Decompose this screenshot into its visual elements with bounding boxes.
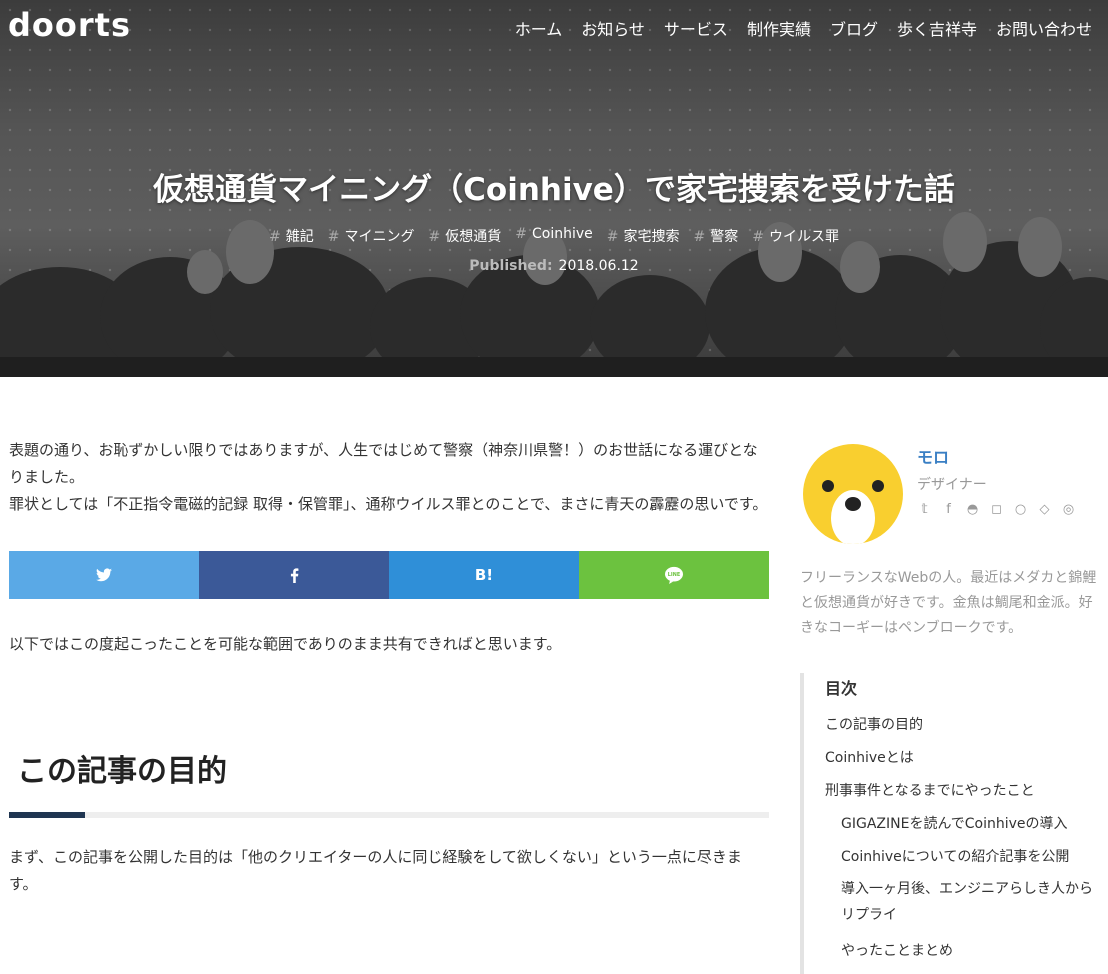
profile-role: デザイナー bbox=[917, 477, 987, 493]
toc-item[interactable]: 刑事事件となるまでにやったこと bbox=[825, 781, 1100, 801]
share-buttons: B! LINE bbox=[9, 551, 769, 599]
facebook-icon bbox=[290, 567, 298, 583]
nav-item-news[interactable]: お知らせ bbox=[581, 16, 645, 40]
site-logo[interactable]: doorts bbox=[8, 6, 131, 44]
hero-header: doorts ホーム お知らせ サービス 制作実績 ブログ 歩く吉祥寺 お問い合… bbox=[0, 0, 1108, 377]
instagram-icon[interactable]: ◻ bbox=[989, 502, 1004, 517]
body-paragraph: 以下ではこの度起こったことを可能な範囲でありのまま共有できればと思います。 bbox=[9, 635, 562, 653]
tag-item[interactable]: # Coinhive bbox=[515, 226, 593, 246]
line-icon: LINE bbox=[665, 566, 683, 584]
profile-bio: フリーランスなWebの人。最近はメダカと錦鯉と仮想通貨が好きです。金魚は鯛尾和金… bbox=[800, 570, 1097, 636]
toc-item[interactable]: Coinhiveとは bbox=[825, 748, 1100, 768]
article-title: 仮想通貨マイニング（Coinhive）で家宅捜索を受けた話 bbox=[153, 172, 955, 208]
facebook-icon[interactable]: f bbox=[941, 502, 956, 517]
profile-name[interactable]: モロ bbox=[917, 444, 1076, 468]
twitter-icon[interactable]: 𝕥 bbox=[917, 502, 932, 517]
intro-paragraph-1: 表題の通り、お恥ずかしい限りではありますが、人生ではじめて警察（神奈川県警！）の… bbox=[9, 441, 758, 486]
tag-item[interactable]: # ウイルス罪 bbox=[752, 226, 839, 246]
tag-item[interactable]: # 家宅捜索 bbox=[607, 226, 680, 246]
sns-links: 𝕥 f ◓ ◻ ○ ◇ ◎ bbox=[917, 502, 1076, 517]
toc-title: 目次 bbox=[825, 679, 858, 698]
share-line-button[interactable]: LINE bbox=[579, 551, 769, 599]
section-heading: この記事の目的 bbox=[17, 754, 227, 789]
published-date: Published: 2018.06.12 bbox=[0, 258, 1108, 274]
tag-item[interactable]: # 警察 bbox=[693, 226, 738, 246]
tag-item[interactable]: # 雑記 bbox=[269, 226, 314, 246]
share-twitter-button[interactable] bbox=[9, 551, 199, 599]
svg-text:LINE: LINE bbox=[668, 572, 680, 578]
tag-item[interactable]: # マイニング bbox=[328, 226, 415, 246]
toc-subitem[interactable]: やったことまとめ bbox=[825, 941, 1100, 961]
toc-subitem[interactable]: GIGAZINEを読んでCoinhiveの導入 bbox=[825, 814, 1100, 834]
profile-info: モロ デザイナー 𝕥 f ◓ ◻ ○ ◇ ◎ bbox=[917, 444, 1076, 517]
global-nav: ホーム お知らせ サービス 制作実績 ブログ 歩く吉祥寺 お問い合わせ bbox=[515, 16, 1092, 40]
table-of-contents: 目次 この記事の目的 Coinhiveとは 刑事事件となるまでにやったこと GI… bbox=[800, 673, 1100, 974]
share-facebook-button[interactable] bbox=[199, 551, 389, 599]
hero-sheep-image bbox=[0, 212, 1108, 377]
github-icon[interactable]: ◓ bbox=[965, 502, 980, 517]
codepen-icon[interactable]: ◇ bbox=[1037, 502, 1052, 517]
avatar bbox=[803, 444, 903, 544]
section-heading-underline bbox=[9, 812, 769, 818]
twitter-icon bbox=[96, 568, 112, 582]
toc-subitem[interactable]: Coinhiveについての紹介記事を公開 bbox=[825, 847, 1100, 867]
nav-item-works[interactable]: 制作実績 bbox=[747, 16, 811, 40]
tag-item[interactable]: # 仮想通貨 bbox=[429, 226, 502, 246]
nav-item-blog[interactable]: ブログ bbox=[830, 16, 878, 40]
intro-paragraph-2: 罪状としては「不正指令電磁的記録 取得・保管罪」、通称ウイルス罪とのことで、まさ… bbox=[9, 495, 768, 513]
toc-subitem[interactable]: 導入一ヶ月後、エンジニアらしき人からリプライ bbox=[825, 876, 1100, 928]
published-label: Published: bbox=[469, 258, 553, 274]
toc-item[interactable]: この記事の目的 bbox=[825, 715, 1100, 735]
published-value: 2018.06.12 bbox=[558, 258, 639, 274]
dribbble-icon[interactable]: ◎ bbox=[1061, 502, 1076, 517]
search-icon[interactable]: ○ bbox=[1013, 502, 1028, 517]
nav-item-kichijoji[interactable]: 歩く吉祥寺 bbox=[897, 16, 977, 40]
body-paragraph: まず、この記事を公開した目的は「他のクリエイターの人に同じ経験をして欲しくない」… bbox=[9, 848, 742, 893]
nav-item-contact[interactable]: お問い合わせ bbox=[996, 16, 1092, 40]
article-body: 表題の通り、お恥ずかしい限りではありますが、人生ではじめて警察（神奈川県警！）の… bbox=[9, 437, 769, 898]
tag-list: # 雑記 # マイニング # 仮想通貨 # Coinhive # 家宅捜索 # 警察 # ウイ… bbox=[0, 226, 1108, 246]
nav-item-home[interactable]: ホーム bbox=[515, 16, 563, 40]
share-hatena-button[interactable]: B! bbox=[389, 551, 579, 599]
nav-item-service[interactable]: サービス bbox=[664, 16, 728, 40]
